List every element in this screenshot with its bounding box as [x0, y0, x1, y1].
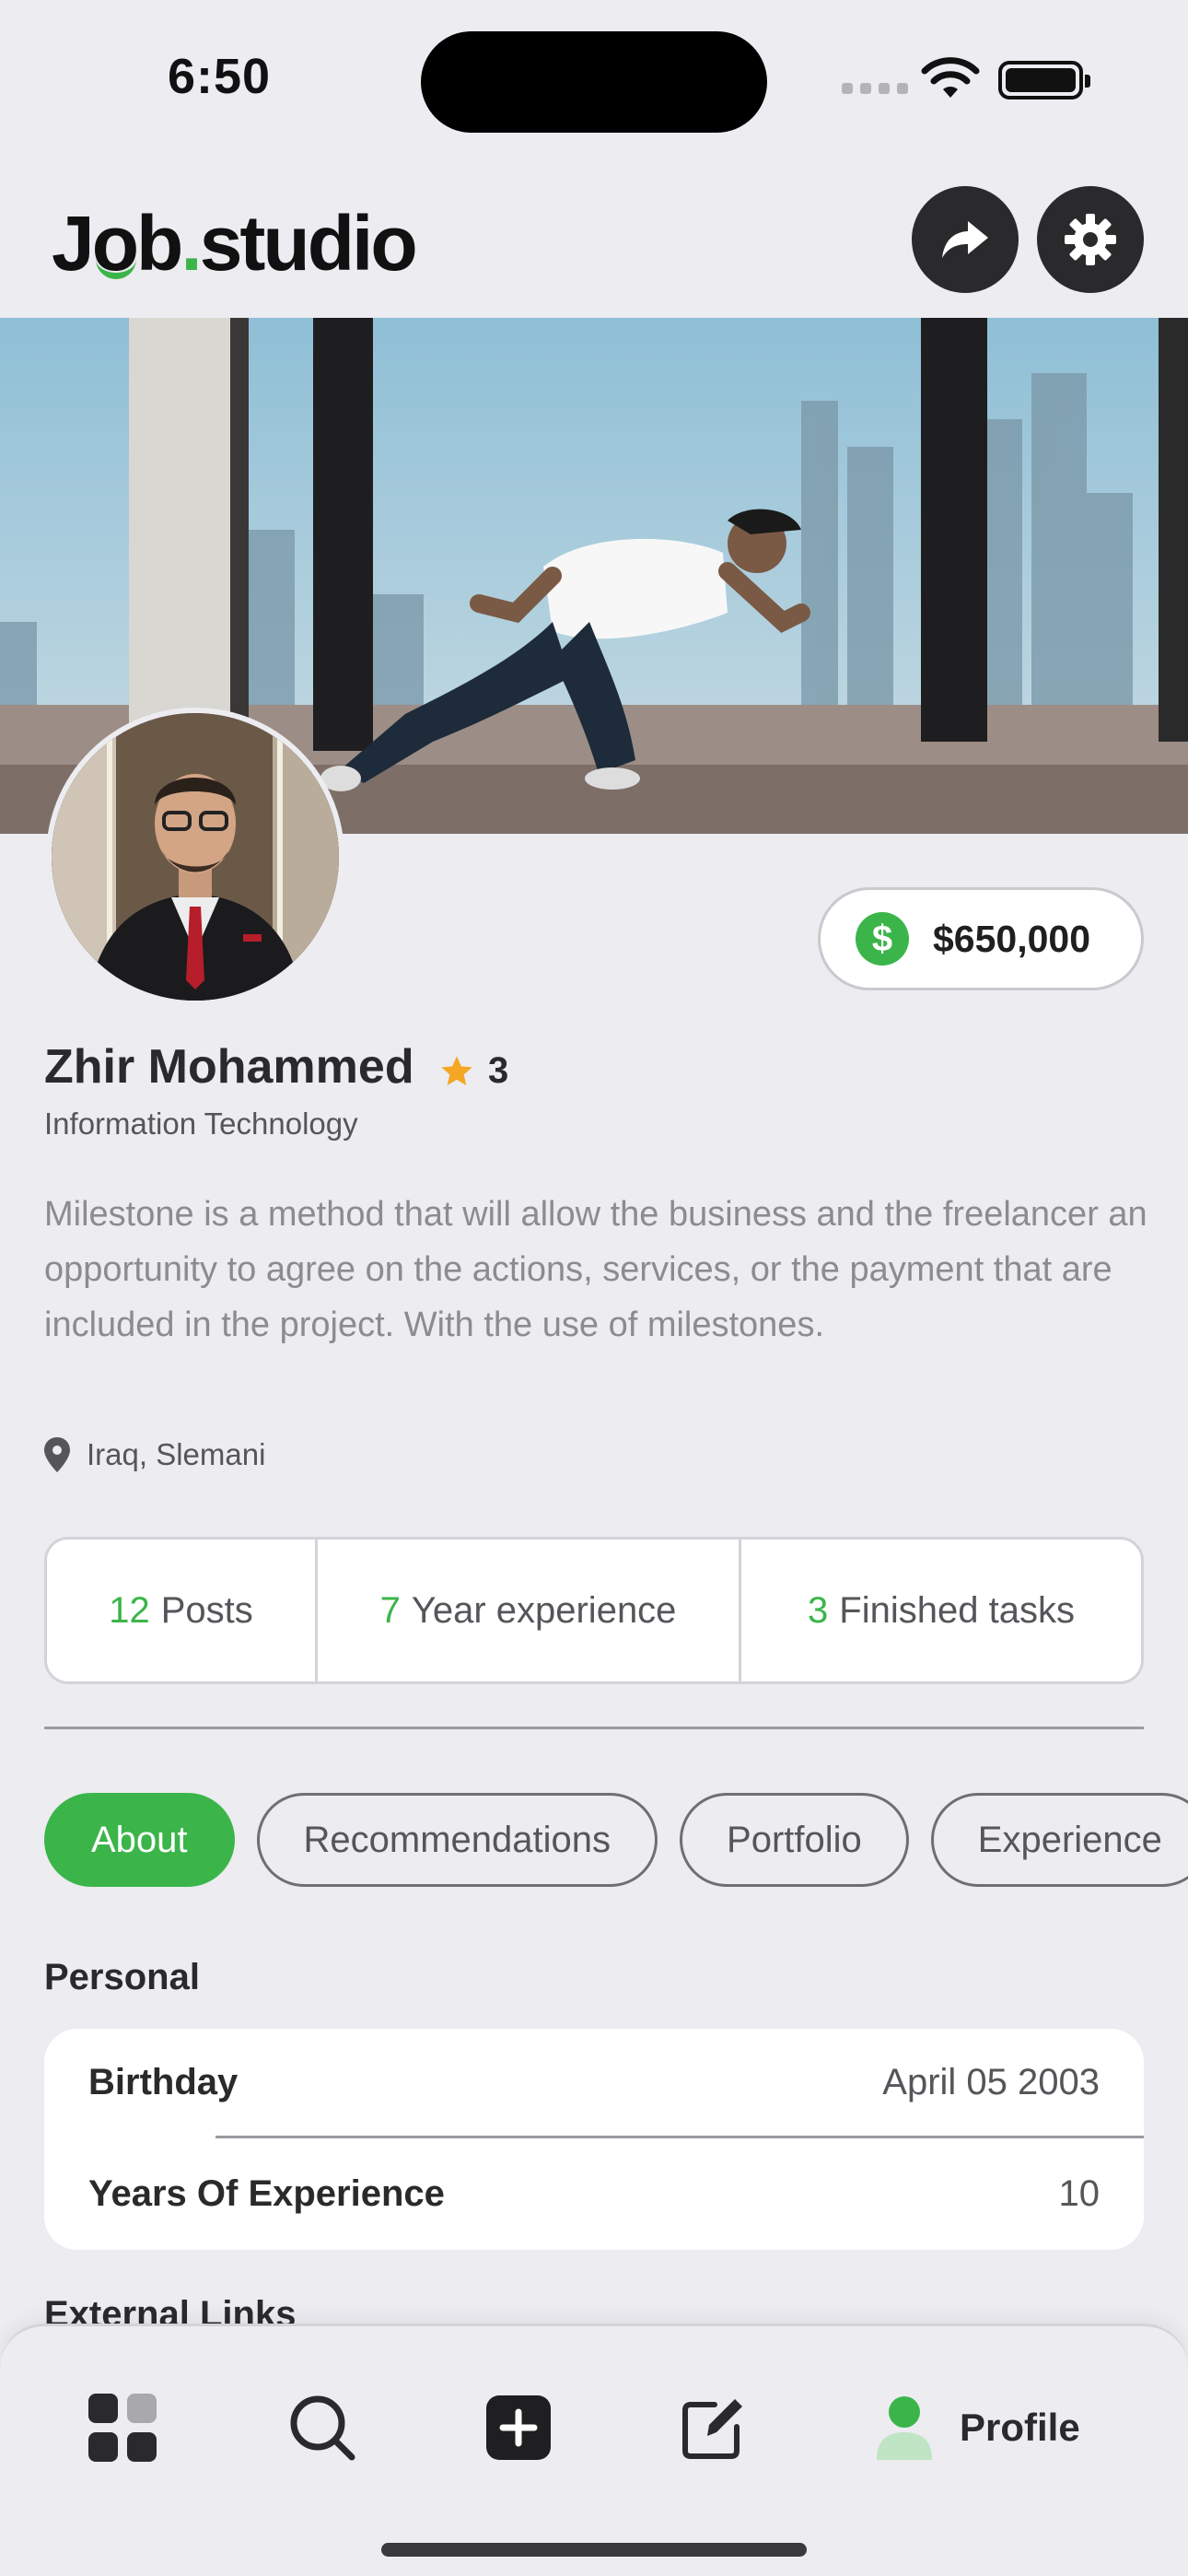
settings-button[interactable] [1037, 186, 1144, 293]
star-icon [441, 1055, 472, 1085]
status-bar: 6:50 [0, 0, 1188, 157]
rating: 3 [438, 1050, 508, 1092]
add-icon [486, 2395, 551, 2460]
app-logo: Jo b.studio [52, 200, 418, 287]
tabbar-add[interactable] [486, 2382, 551, 2474]
location-pin-icon [44, 1437, 70, 1472]
search-icon [290, 2395, 355, 2461]
edit-icon [682, 2399, 742, 2459]
divider [44, 1727, 1144, 1729]
birthday-row: Birthday April 05 2003 [88, 2062, 1100, 2103]
wifi-icon [921, 57, 980, 98]
tabbar-search[interactable] [287, 2382, 357, 2474]
dollar-icon: $ [856, 912, 909, 966]
stat-experience[interactable]: 7 Year experience [318, 1540, 741, 1681]
share-icon [942, 221, 988, 258]
rating-value: 3 [488, 1050, 509, 1091]
user-icon [877, 2396, 932, 2460]
profile-tabs: About Recommendations Portfolio Experien… [44, 1793, 1188, 1887]
years-of-experience-label: Years Of Experience [88, 2173, 445, 2214]
section-title-personal: Personal [44, 1957, 200, 1997]
balance-amount: $650,000 [933, 917, 1091, 960]
avatar [46, 708, 344, 1006]
battery-icon [998, 61, 1090, 100]
stats-bar: 12 Posts 7 Year experience 3 Finished ta… [44, 1537, 1144, 1684]
home-indicator[interactable] [381, 2543, 807, 2557]
tabbar-profile[interactable]: Profile [875, 2382, 1080, 2474]
status-time: 6:50 [168, 49, 272, 104]
stat-finished-tasks[interactable]: 3 Finished tasks [741, 1540, 1141, 1681]
stat-posts[interactable]: 12 Posts [47, 1540, 318, 1681]
location-text: Iraq, Slemani [87, 1437, 266, 1471]
tabbar-profile-label: Profile [960, 2406, 1080, 2449]
profile-name: Zhir Mohammed [44, 1040, 414, 1094]
profile-bio: Milestone is a method that will allow th… [44, 1195, 1147, 1344]
tab-experience[interactable]: Experience [930, 1793, 1188, 1887]
stat-posts-label: Posts [160, 1589, 253, 1631]
tabbar-home[interactable] [88, 2382, 157, 2474]
stat-finished-tasks-label: Finished tasks [839, 1589, 1075, 1631]
location: Iraq, Slemani [44, 1437, 265, 1472]
tab-portfolio[interactable]: Portfolio [680, 1793, 909, 1887]
grid-icon [88, 2394, 157, 2462]
stat-posts-count: 12 [109, 1589, 150, 1631]
tab-about[interactable]: About [44, 1793, 235, 1887]
cellular-signal-icon [842, 83, 908, 94]
row-divider [215, 2136, 1144, 2138]
birthday-label: Birthday [88, 2062, 239, 2102]
dynamic-island [421, 31, 767, 133]
tab-recommendations[interactable]: Recommendations [256, 1793, 658, 1887]
years-of-experience-row: Years Of Experience 10 [88, 2173, 1100, 2215]
stat-finished-tasks-count: 3 [808, 1589, 829, 1631]
years-of-experience-value: 10 [1058, 2173, 1101, 2214]
balance-badge: $ $650,000 [818, 887, 1144, 990]
gear-icon [1065, 214, 1116, 265]
bottom-tab-bar: Profile [0, 2324, 1188, 2576]
personal-card: Birthday April 05 2003 Years Of Experien… [44, 2029, 1144, 2250]
stat-experience-label: Year experience [411, 1589, 677, 1631]
stat-experience-count: 7 [379, 1589, 401, 1631]
tabbar-edit[interactable] [681, 2382, 746, 2474]
profile-role: Information Technology [44, 1107, 358, 1141]
share-button[interactable] [912, 186, 1019, 293]
birthday-value: April 05 2003 [882, 2062, 1100, 2102]
